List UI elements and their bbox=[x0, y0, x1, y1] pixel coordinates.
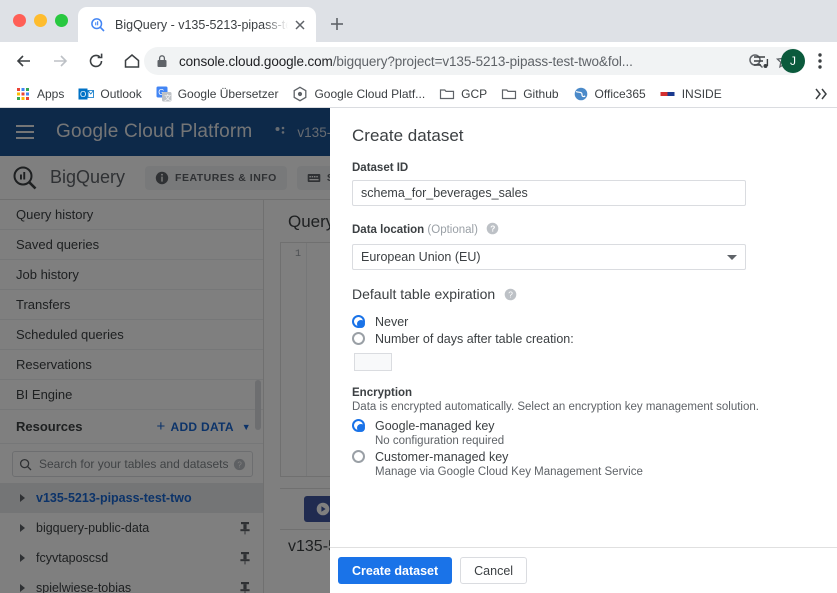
bookmark-outlook[interactable]: O Outlook bbox=[71, 82, 148, 106]
svg-text:?: ? bbox=[490, 224, 495, 234]
cancel-button[interactable]: Cancel bbox=[460, 557, 528, 584]
new-tab-button[interactable] bbox=[327, 14, 347, 34]
dialog-title: Create dataset bbox=[352, 126, 464, 145]
dataset-id-value: schema_for_beverages_sales bbox=[361, 186, 528, 200]
help-icon[interactable]: ? bbox=[504, 288, 517, 304]
home-icon[interactable] bbox=[118, 47, 146, 75]
window-controls bbox=[13, 14, 68, 27]
inside-icon bbox=[660, 86, 676, 102]
expiration-title-text: Default table expiration bbox=[352, 286, 496, 302]
svg-text:O: O bbox=[80, 90, 86, 99]
apps-grid-icon bbox=[15, 86, 31, 102]
bookmark-office365[interactable]: Office365 bbox=[566, 82, 653, 106]
radio-label: Google-managed key bbox=[375, 418, 495, 433]
bookmark-google-cloud-platform[interactable]: Google Cloud Platf... bbox=[285, 82, 432, 106]
data-location-label: Data location (Optional) ? bbox=[352, 222, 815, 238]
google-translate-icon: G 文 bbox=[156, 86, 172, 102]
bookmark-label: INSIDE bbox=[681, 86, 722, 101]
folder-icon bbox=[501, 86, 517, 102]
radio-label: Never bbox=[375, 314, 409, 329]
url-host: console.cloud.google.com bbox=[179, 53, 333, 69]
bigquery-favicon-icon bbox=[90, 17, 106, 33]
radio-expiration-days[interactable]: Number of days after table creation: bbox=[352, 330, 815, 347]
google-managed-key-description: No configuration required bbox=[375, 435, 505, 447]
radio-button[interactable] bbox=[352, 450, 365, 463]
bookmark-label: Google Übersetzer bbox=[177, 86, 279, 101]
minimize-window-button[interactable] bbox=[34, 14, 47, 27]
maximize-window-button[interactable] bbox=[55, 14, 68, 27]
create-dataset-button[interactable]: Create dataset bbox=[338, 557, 453, 584]
close-icon[interactable] bbox=[292, 17, 308, 33]
dialog-footer: Create dataset Cancel bbox=[330, 547, 837, 593]
url-text: console.cloud.google.com/bigquery?projec… bbox=[179, 54, 737, 69]
customer-managed-key-description: Manage via Google Cloud Key Management S… bbox=[375, 466, 643, 478]
tab-title: BigQuery - v135-5213-pipass-te bbox=[115, 17, 288, 32]
radio-customer-managed-key[interactable]: Customer-managed key bbox=[352, 448, 815, 465]
create-dataset-dialog: Create dataset Dataset ID schema_for_bev… bbox=[330, 108, 837, 593]
dataset-id-label: Dataset ID bbox=[352, 162, 409, 174]
address-bar[interactable]: console.cloud.google.com/bigquery?projec… bbox=[144, 47, 803, 75]
tab-strip: BigQuery - v135-5213-pipass-te bbox=[0, 0, 837, 42]
radio-google-managed-key[interactable]: Google-managed key bbox=[352, 417, 815, 434]
browser-window: BigQuery - v135-5213-pipass-te console.c… bbox=[0, 0, 837, 593]
forward-arrow-icon[interactable] bbox=[46, 47, 74, 75]
data-location-label-text: Data location bbox=[352, 224, 425, 236]
radio-button[interactable] bbox=[352, 315, 365, 328]
url-path: /bigquery?project=v135-5213-pipass-test-… bbox=[332, 53, 633, 69]
bookmark-label: Office365 bbox=[594, 86, 646, 101]
bookmark-label: Google Cloud Platf... bbox=[314, 86, 426, 101]
chevron-down-icon bbox=[727, 254, 737, 260]
encryption-section-title: Encryption bbox=[352, 387, 413, 399]
bookmarks-overflow-button[interactable] bbox=[811, 84, 831, 104]
globe-icon bbox=[573, 86, 589, 102]
gcp-icon bbox=[292, 86, 308, 102]
close-window-button[interactable] bbox=[13, 14, 26, 27]
svg-text:?: ? bbox=[508, 290, 513, 300]
browser-tab[interactable]: BigQuery - v135-5213-pipass-te bbox=[78, 7, 316, 42]
optional-text: (Optional) bbox=[427, 224, 478, 236]
bookmark-apps[interactable]: Apps bbox=[8, 82, 71, 106]
encryption-description: Data is encrypted automatically. Select … bbox=[352, 401, 759, 413]
bookmark-label: Outlook bbox=[100, 86, 142, 101]
folder-icon bbox=[439, 86, 455, 102]
radio-button[interactable] bbox=[352, 332, 365, 345]
bookmarks-bar: Apps O Outlook G 文 Google Übersetzer Goo… bbox=[0, 80, 837, 108]
svg-text:文: 文 bbox=[164, 93, 171, 102]
radio-label: Customer-managed key bbox=[375, 449, 509, 464]
data-location-select[interactable]: European Union (EU) bbox=[352, 244, 746, 270]
expiration-section-title: Default table expiration ? bbox=[352, 286, 815, 304]
bookmark-label: GCP bbox=[461, 86, 488, 101]
radio-expiration-never[interactable]: Never bbox=[352, 313, 815, 330]
kebab-menu-icon[interactable] bbox=[811, 50, 829, 72]
radio-button[interactable] bbox=[352, 419, 365, 432]
expiration-days-input[interactable] bbox=[354, 353, 392, 371]
reading-list-icon[interactable] bbox=[747, 47, 775, 75]
lock-icon bbox=[156, 54, 168, 68]
bookmark-github-folder[interactable]: Github bbox=[494, 82, 565, 106]
radio-label: Number of days after table creation: bbox=[375, 331, 574, 346]
profile-avatar[interactable]: J bbox=[781, 49, 805, 73]
bookmark-label: Github bbox=[523, 86, 559, 101]
back-arrow-icon[interactable] bbox=[10, 47, 38, 75]
dataset-id-input[interactable]: schema_for_beverages_sales bbox=[352, 180, 746, 206]
reload-icon[interactable] bbox=[82, 47, 110, 75]
bookmark-label: Apps bbox=[37, 86, 65, 101]
bookmark-gcp-folder[interactable]: GCP bbox=[432, 82, 494, 106]
bookmark-inside[interactable]: INSIDE bbox=[653, 82, 729, 106]
data-location-value: European Union (EU) bbox=[361, 250, 481, 264]
bookmark-google-uebersetzer[interactable]: G 文 Google Übersetzer bbox=[149, 82, 286, 106]
outlook-icon: O bbox=[78, 86, 95, 102]
dialog-body: Create dataset Dataset ID schema_for_bev… bbox=[330, 108, 837, 547]
help-icon[interactable]: ? bbox=[486, 222, 499, 238]
